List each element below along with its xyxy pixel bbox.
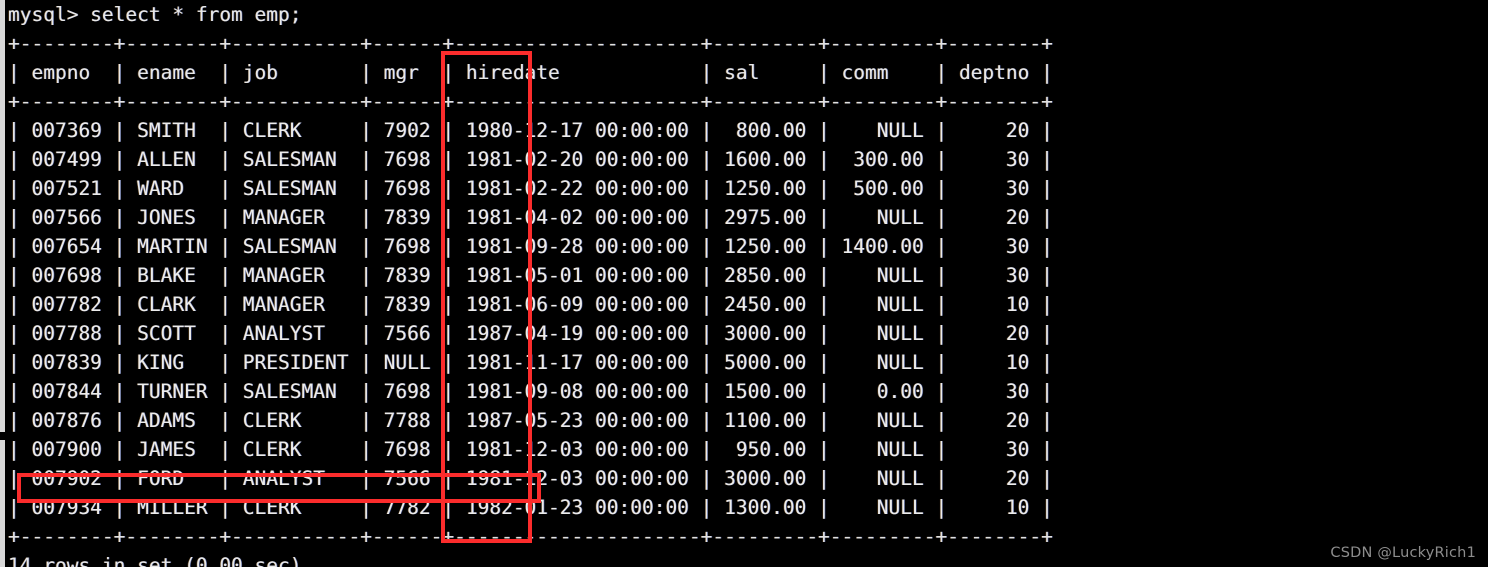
table-row: | 007566 | JONES | MANAGER | 7839 | 1981…: [8, 206, 1053, 229]
terminal-left-scroll-edge[interactable]: [0, 0, 5, 567]
table-header-row: | empno | ename | job | mgr | hiredate |…: [8, 61, 1053, 84]
csdn-watermark: CSDN @LuckyRich1: [1330, 545, 1476, 561]
terminal-left-scroll-thumb-gap: [0, 432, 5, 440]
table-row: | 007654 | MARTIN | SALESMAN | 7698 | 19…: [8, 235, 1053, 258]
table-separator-bottom: +--------+--------+-----------+------+--…: [8, 525, 1053, 548]
table-row: | 007900 | JAMES | CLERK | 7698 | 1981-1…: [8, 438, 1053, 461]
table-row: | 007788 | SCOTT | ANALYST | 7566 | 1987…: [8, 322, 1053, 345]
mysql-prompt-line[interactable]: mysql> select * from emp;: [8, 0, 1053, 29]
table-row: | 007839 | KING | PRESIDENT | NULL | 198…: [8, 351, 1053, 374]
table-row: | 007521 | WARD | SALESMAN | 7698 | 1981…: [8, 177, 1053, 200]
table-row: | 007698 | BLAKE | MANAGER | 7839 | 1981…: [8, 264, 1053, 287]
result-footer: 14 rows in set (0.00 sec): [8, 554, 302, 567]
table-row: | 007844 | TURNER | SALESMAN | 7698 | 19…: [8, 380, 1053, 403]
table-row: | 007934 | MILLER | CLERK | 7782 | 1982-…: [8, 496, 1053, 519]
table-row: | 007369 | SMITH | CLERK | 7902 | 1980-1…: [8, 119, 1053, 142]
terminal-output: mysql> select * from emp; +--------+-----…: [8, 0, 1053, 567]
terminal-window: mysql> select * from emp; +--------+-----…: [0, 0, 1488, 567]
table-separator-header: +--------+--------+-----------+------+--…: [8, 90, 1053, 113]
table-separator-top: +--------+--------+-----------+------+--…: [8, 32, 1053, 55]
table-row: | 007499 | ALLEN | SALESMAN | 7698 | 198…: [8, 148, 1053, 171]
table-row-highlighted: | 007902 | FORD | ANALYST | 7566 | 1981-…: [8, 467, 1053, 490]
table-row: | 007876 | ADAMS | CLERK | 7788 | 1987-0…: [8, 409, 1053, 432]
table-row: | 007782 | CLARK | MANAGER | 7839 | 1981…: [8, 293, 1053, 316]
